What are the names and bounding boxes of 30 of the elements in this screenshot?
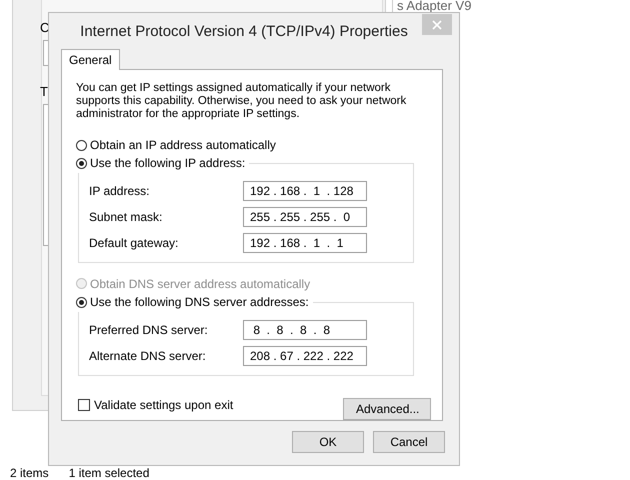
ip-address-field[interactable]: 255 . 255 . 255 . 0 — [243, 207, 367, 228]
radio-button[interactable] — [76, 158, 87, 169]
checkbox[interactable] — [78, 399, 90, 412]
window-title: Internet Protocol Version 4 (TCP/IPv4) Properties — [79, 22, 409, 40]
background-label: C — [40, 20, 50, 35]
field-label: Subnet mask: — [89, 210, 162, 224]
tab[interactable]: General — [61, 49, 120, 70]
radio-button[interactable] — [76, 296, 87, 308]
field-label: Alternate DNS server: — [89, 349, 206, 364]
ip-address-field[interactable]: 192 . 168 . 1 . 128 — [243, 181, 367, 202]
dialog-button[interactable]: Cancel — [373, 431, 445, 453]
radio-label: Use the following IP address: — [90, 156, 246, 170]
dialog-button[interactable]: OK — [292, 431, 364, 453]
ip-address-field[interactable]: 8 . 8 . 8 . 8 — [243, 320, 367, 340]
ip-address-field[interactable]: 192 . 168 . 1 . 1 — [243, 233, 367, 254]
status-text: 2 items — [10, 466, 49, 480]
field-label: Default gateway: — [89, 236, 178, 250]
advanced-button[interactable]: Advanced... — [343, 398, 431, 420]
field-label: IP address: — [89, 184, 150, 198]
field-label: Preferred DNS server: — [89, 323, 208, 338]
background-label: T — [40, 84, 48, 99]
ip-address-field[interactable]: 208 . 67 . 222 . 222 — [243, 346, 367, 366]
description-text: You can get IP settings assigned automatically if your network supports this capability. Otherwise, you need to ask your network administrator for the appropriate IP settings. — [76, 82, 408, 121]
status-text: 1 item selected — [68, 466, 150, 480]
checkbox-label: Validate settings upon exit — [94, 398, 234, 412]
radio-label: Use the following DNS server addresses: — [90, 295, 309, 310]
radio-label: Obtain an IP address automatically — [90, 138, 276, 152]
radio-button[interactable] — [76, 140, 87, 151]
close-icon — [432, 20, 442, 30]
radio-label: Obtain DNS server address automatically — [90, 276, 310, 291]
